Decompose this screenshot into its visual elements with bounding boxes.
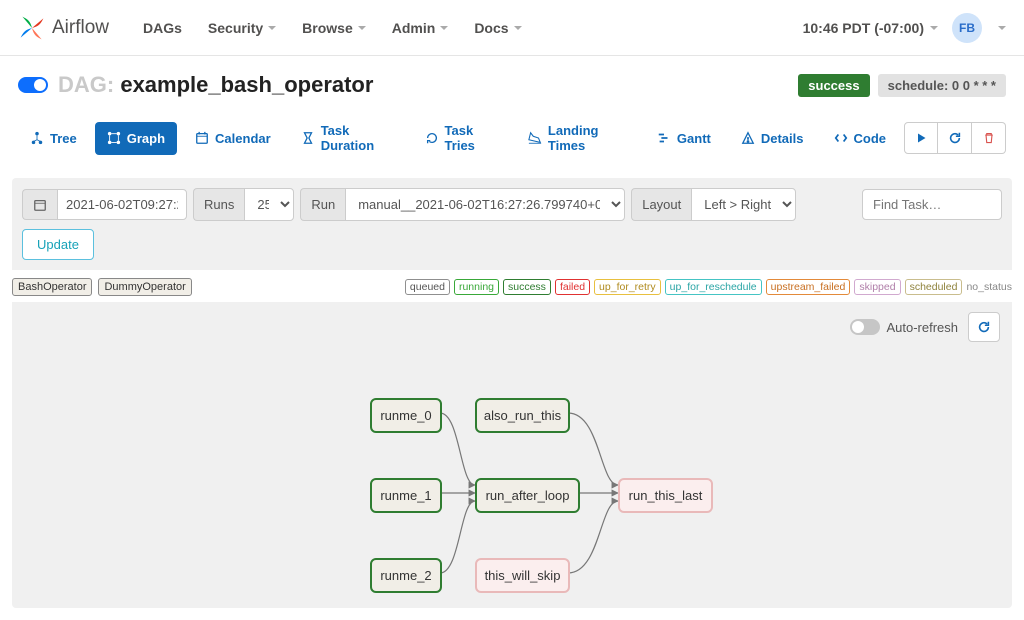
calendar-icon — [195, 131, 209, 145]
landing-icon — [528, 131, 542, 145]
task-node-runme-0[interactable]: runme_0 — [370, 398, 442, 433]
status-chip-upstream-failed[interactable]: upstream_failed — [766, 279, 851, 295]
runs-label: Runs — [193, 188, 244, 221]
task-node-run-after-loop[interactable]: run_after_loop — [475, 478, 580, 513]
trigger-dag-button[interactable] — [904, 122, 938, 154]
tab-tree[interactable]: Tree — [18, 122, 89, 155]
run-select[interactable]: manual__2021-06-02T16:27:26.799740+00:00 — [345, 188, 625, 221]
user-avatar[interactable]: FB — [952, 13, 982, 43]
retry-icon — [425, 131, 439, 145]
chevron-down-icon — [358, 26, 366, 30]
refresh-icon — [948, 131, 962, 145]
find-task — [862, 189, 1002, 220]
status-chip-up-for-reschedule[interactable]: up_for_reschedule — [665, 279, 762, 295]
dag-enable-toggle[interactable] — [18, 77, 48, 93]
details-icon — [741, 131, 755, 145]
graph-refresh-button[interactable] — [968, 312, 1000, 342]
hourglass-icon — [301, 131, 315, 145]
layout-select[interactable]: Left > Right — [691, 188, 796, 221]
toggle-off-icon — [850, 319, 880, 335]
trash-icon — [983, 131, 995, 145]
tab-landing-times[interactable]: Landing Times — [516, 114, 639, 162]
chevron-down-icon — [998, 26, 1006, 30]
schedule-badge: schedule: 0 0 * * * — [878, 74, 1006, 97]
chevron-down-icon — [514, 26, 522, 30]
nav-docs[interactable]: Docs — [462, 12, 533, 44]
graph-topbar: Auto-refresh — [20, 310, 1004, 350]
task-node-run-this-last[interactable]: run_this_last — [618, 478, 713, 513]
auto-refresh-toggle[interactable]: Auto-refresh — [850, 319, 958, 335]
tab-gantt[interactable]: Gantt — [645, 122, 723, 155]
graph-icon — [107, 131, 121, 145]
status-chip-skipped[interactable]: skipped — [854, 279, 900, 295]
brand[interactable]: Airflow — [18, 14, 109, 42]
dag-title: DAG: example_bash_operator — [58, 72, 373, 98]
refresh-dag-button[interactable] — [938, 122, 972, 154]
refresh-icon — [977, 320, 991, 334]
dag-action-buttons — [904, 122, 1006, 154]
nav-dags[interactable]: DAGs — [131, 12, 194, 44]
graph-wrap: Auto-refresh runme_0 runme_1 runme_2 als… — [12, 302, 1012, 608]
status-badge: success — [798, 74, 869, 97]
status-chip-failed[interactable]: failed — [555, 279, 590, 295]
chevron-down-icon — [440, 26, 448, 30]
delete-dag-button[interactable] — [972, 122, 1006, 154]
status-chip-no-status[interactable]: no_status — [966, 281, 1012, 293]
nav-security[interactable]: Security — [196, 12, 288, 44]
runs-select[interactable]: 25 — [244, 188, 294, 221]
task-node-runme-1[interactable]: runme_1 — [370, 478, 442, 513]
datetime-icon-label — [22, 189, 57, 220]
navbar: Airflow DAGs Security Browse Admin Docs … — [0, 0, 1024, 56]
dag-header: DAG: example_bash_operator success sched… — [0, 56, 1024, 104]
tab-task-duration[interactable]: Task Duration — [289, 114, 407, 162]
tabs-row: Tree Graph Calendar Task Duration Task T… — [0, 104, 1024, 172]
task-node-runme-2[interactable]: runme_2 — [370, 558, 442, 593]
tab-graph[interactable]: Graph — [95, 122, 177, 155]
status-chip-up-for-retry[interactable]: up_for_retry — [594, 279, 661, 295]
tab-task-tries[interactable]: Task Tries — [413, 114, 510, 162]
run-label: Run — [300, 188, 345, 221]
nav-browse[interactable]: Browse — [290, 12, 378, 44]
datetime-input[interactable] — [57, 189, 187, 220]
legend-row: BashOperator DummyOperator queued runnin… — [0, 270, 1024, 302]
tree-icon — [30, 131, 44, 145]
navbar-right: 10:46 PDT (-07:00) FB — [803, 13, 1006, 43]
airflow-logo-icon — [18, 14, 46, 42]
gantt-icon — [657, 131, 671, 145]
chevron-down-icon — [930, 26, 938, 30]
task-node-this-will-skip[interactable]: this_will_skip — [475, 558, 570, 593]
chevron-down-icon — [268, 26, 276, 30]
clock[interactable]: 10:46 PDT (-07:00) — [803, 20, 938, 36]
nav-menu: DAGs Security Browse Admin Docs — [131, 12, 534, 44]
brand-text: Airflow — [52, 17, 109, 39]
status-chip-queued[interactable]: queued — [405, 279, 450, 295]
operator-chip-dummy[interactable]: DummyOperator — [98, 278, 191, 296]
tab-calendar[interactable]: Calendar — [183, 122, 283, 155]
layout-label: Layout — [631, 188, 691, 221]
task-node-also-run-this[interactable]: also_run_this — [475, 398, 570, 433]
status-chip-running[interactable]: running — [454, 279, 499, 295]
find-task-input[interactable] — [862, 189, 1002, 220]
graph-canvas[interactable]: runme_0 runme_1 runme_2 also_run_this ru… — [20, 350, 1004, 600]
status-chip-success[interactable]: success — [503, 279, 551, 295]
play-icon — [915, 132, 927, 144]
operator-chip-bash[interactable]: BashOperator — [12, 278, 92, 296]
status-chip-scheduled[interactable]: scheduled — [905, 279, 963, 295]
update-button[interactable]: Update — [22, 229, 94, 260]
code-icon — [834, 131, 848, 145]
controls-panel: Runs 25 Run manual__2021-06-02T16:27:26.… — [12, 178, 1012, 270]
calendar-icon — [33, 198, 47, 212]
tab-code[interactable]: Code — [822, 122, 899, 155]
tab-details[interactable]: Details — [729, 122, 816, 155]
nav-admin[interactable]: Admin — [380, 12, 461, 44]
